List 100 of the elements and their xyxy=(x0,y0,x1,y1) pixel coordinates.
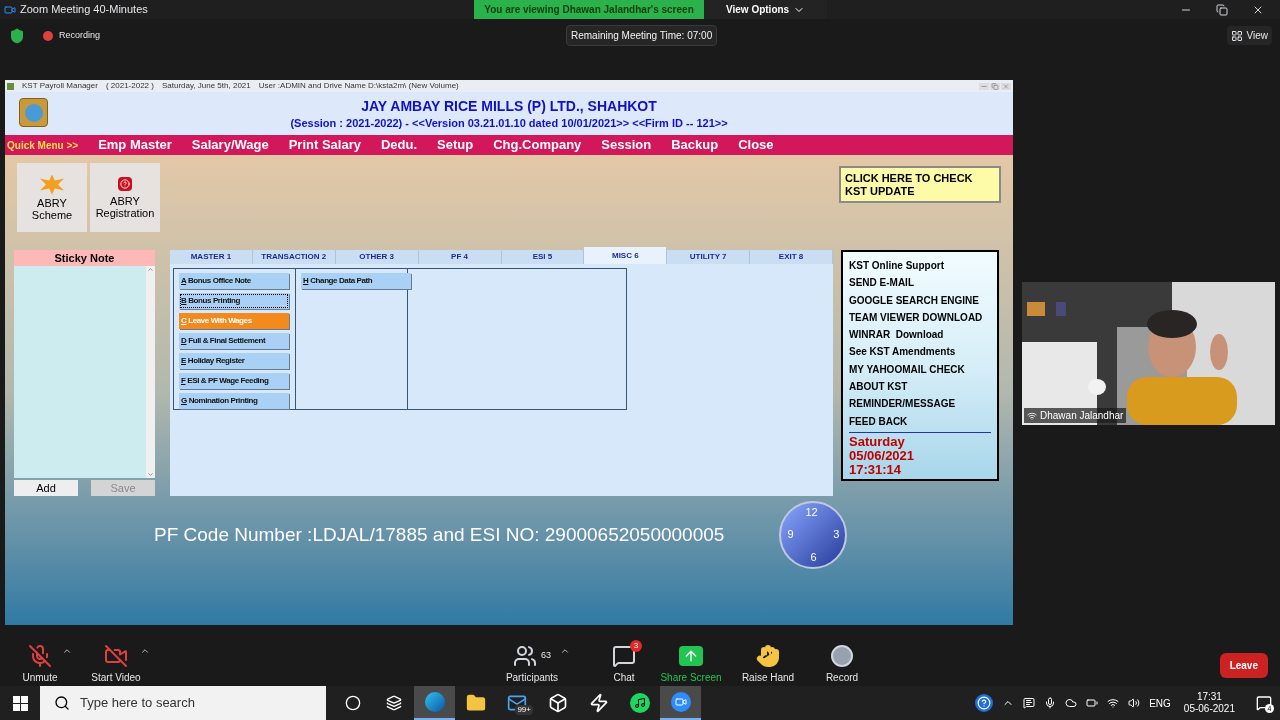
link[interactable]: GOOGLE SEARCH ENGINE xyxy=(849,291,991,309)
link[interactable]: KST Online Support xyxy=(849,257,991,275)
toolbar-button[interactable]: Start Video xyxy=(88,644,144,685)
message-icon[interactable] xyxy=(1023,697,1036,709)
taskbar-date[interactable]: 05-06-2021 xyxy=(1183,703,1235,715)
share-screen-icon xyxy=(679,646,703,666)
menu-option-button[interactable]: G Nomination Printing xyxy=(179,393,289,409)
sticky-note-button[interactable]: Add xyxy=(14,480,78,496)
menu-option-button[interactable]: A Bonus Office Note xyxy=(179,273,289,289)
tab[interactable]: ESI 5 xyxy=(501,250,585,264)
clock-numeral: 12 xyxy=(805,507,818,518)
link[interactable]: ABOUT KST xyxy=(849,378,991,396)
remaining-time-label: Remaining Meeting Time: 07:00 xyxy=(566,25,718,46)
shortcut-button[interactable]: ABRY Registration xyxy=(90,163,160,232)
help-icon xyxy=(118,176,132,191)
help-icon[interactable] xyxy=(975,694,994,712)
video-off-icon xyxy=(104,644,128,668)
company-logo-icon xyxy=(19,98,48,127)
app-title-text: KST Payroll Manager xyxy=(21,81,98,91)
people-icon xyxy=(513,644,537,668)
menu-option-button[interactable]: E Holiday Register xyxy=(179,353,289,369)
app-title-text: Saturday, June 5th, 2021 xyxy=(160,81,251,91)
chat-icon xyxy=(612,644,636,668)
app-title-text: User :ADMIN and Drive Name D:\ksta2m\ (New Volume) xyxy=(257,81,459,91)
restore-icon[interactable] xyxy=(1216,3,1228,16)
browser-icon xyxy=(424,692,445,712)
link[interactable]: REMINDER/MESSAGE xyxy=(849,395,991,413)
company-name: JAY AMBAY RICE MILLS (P) LTD., SHAHKOT xyxy=(361,96,657,115)
tab[interactable]: OTHER 3 xyxy=(335,250,419,264)
menu-item[interactable]: Close xyxy=(738,135,774,155)
app-logo-icon xyxy=(4,3,16,16)
language-indicator[interactable]: ENG xyxy=(1149,695,1171,711)
cloud-icon[interactable] xyxy=(1065,697,1078,709)
toolbar-button[interactable]: Raise Hand xyxy=(742,644,794,685)
link[interactable]: WINRAR Download xyxy=(849,326,991,344)
sticky-note-title: Sticky Note xyxy=(14,250,155,266)
tab[interactable]: MISC 6 xyxy=(584,247,668,264)
menu-option-button[interactable]: D Full & Final Settlement xyxy=(179,333,289,349)
sticky-note-field[interactable] xyxy=(14,266,155,478)
taskbar-time[interactable]: 17:31 xyxy=(1196,691,1222,703)
view-button[interactable]: View xyxy=(1226,26,1272,45)
tab[interactable]: EXIT 8 xyxy=(750,250,833,264)
mail-badge: 99+ xyxy=(515,705,533,715)
tab[interactable]: MASTER 1 xyxy=(170,250,253,264)
tab[interactable]: PF 4 xyxy=(418,250,502,264)
participant-count: 63 xyxy=(541,649,551,663)
video-app-icon xyxy=(670,692,691,712)
unread-badge: 3 xyxy=(630,640,642,652)
date-label: 05/06/2021 xyxy=(849,448,916,463)
record-icon xyxy=(830,644,854,668)
toolbar-button[interactable]: Record xyxy=(816,644,868,685)
volume-icon[interactable] xyxy=(1128,697,1141,709)
menu-item[interactable]: Emp Master xyxy=(98,135,172,155)
codes-text: PF Code Number :LDJAL/17885 and ESI NO: 29000652050000005 xyxy=(154,522,725,547)
network-icon[interactable] xyxy=(1107,697,1120,709)
caret-icon[interactable] xyxy=(62,646,72,656)
bolt-icon xyxy=(588,693,609,713)
link[interactable]: TEAM VIEWER DOWNLOAD xyxy=(849,308,991,327)
box-icon xyxy=(547,693,568,713)
menu-item[interactable]: Session xyxy=(601,135,652,155)
link[interactable]: SEND E-MAIL xyxy=(849,274,991,292)
menu-item[interactable]: Salary/Wage xyxy=(191,135,269,155)
grid-icon xyxy=(1230,29,1243,42)
caret-icon[interactable] xyxy=(140,646,150,656)
menu-option-button[interactable]: B Bonus Printing xyxy=(179,293,289,309)
viewing-banner: You are viewing Dhawan Jalandhar's screen xyxy=(474,0,704,19)
menu-item[interactable]: Chg.Company xyxy=(493,135,582,155)
app-title-text: ( 2021-2022 ) xyxy=(104,81,154,91)
menu-item[interactable]: Print Salary xyxy=(288,135,361,155)
battery-icon[interactable] xyxy=(1086,697,1099,709)
caret-icon[interactable] xyxy=(560,646,570,656)
link[interactable]: See KST Amendments xyxy=(849,343,991,361)
mic-icon[interactable] xyxy=(1044,697,1057,709)
menu-option-button[interactable]: H Change Data Path xyxy=(301,273,411,289)
leave-button[interactable]: Leave xyxy=(1219,653,1268,678)
music-app-icon xyxy=(629,693,650,713)
toolbar-button[interactable]: Share Screen xyxy=(660,644,722,685)
link[interactable]: MY YAHOOMAIL CHECK xyxy=(849,360,991,379)
view-options-button[interactable]: View Options xyxy=(704,0,828,19)
search-field[interactable]: Type here to search xyxy=(80,693,320,713)
shield-icon[interactable] xyxy=(9,27,25,44)
shortcut-button[interactable]: ABRY Scheme xyxy=(17,163,87,232)
update-notice-button[interactable]: CLICK HERE TO CHECK KST UPDATE xyxy=(839,166,1001,203)
task-view-icon xyxy=(385,695,402,711)
search-box[interactable]: Type here to search xyxy=(40,686,326,720)
clock-numeral: 3 xyxy=(833,529,840,540)
search-icon xyxy=(54,695,70,711)
toolbar-button[interactable]: 63 Participants xyxy=(500,644,564,685)
link[interactable]: FEED BACK xyxy=(849,412,991,430)
menu-item[interactable]: Setup xyxy=(437,135,474,155)
menu-option-button[interactable]: F ESI & PF Wage Feeding xyxy=(179,373,289,389)
tab[interactable]: UTILITY 7 xyxy=(667,250,751,264)
taskbar-app[interactable]: 99+ xyxy=(496,686,537,720)
folder-icon xyxy=(465,693,486,713)
time-label: 17:31:14 xyxy=(849,462,903,477)
toolbar-button[interactable]: Unmute xyxy=(14,644,66,685)
tab[interactable]: TRANSACTION 2 xyxy=(252,250,336,264)
window-title: Zoom Meeting 40-Minutes xyxy=(20,2,148,18)
menu-item[interactable]: Dedu. xyxy=(380,135,418,155)
menu-item[interactable]: Backup xyxy=(671,135,719,155)
